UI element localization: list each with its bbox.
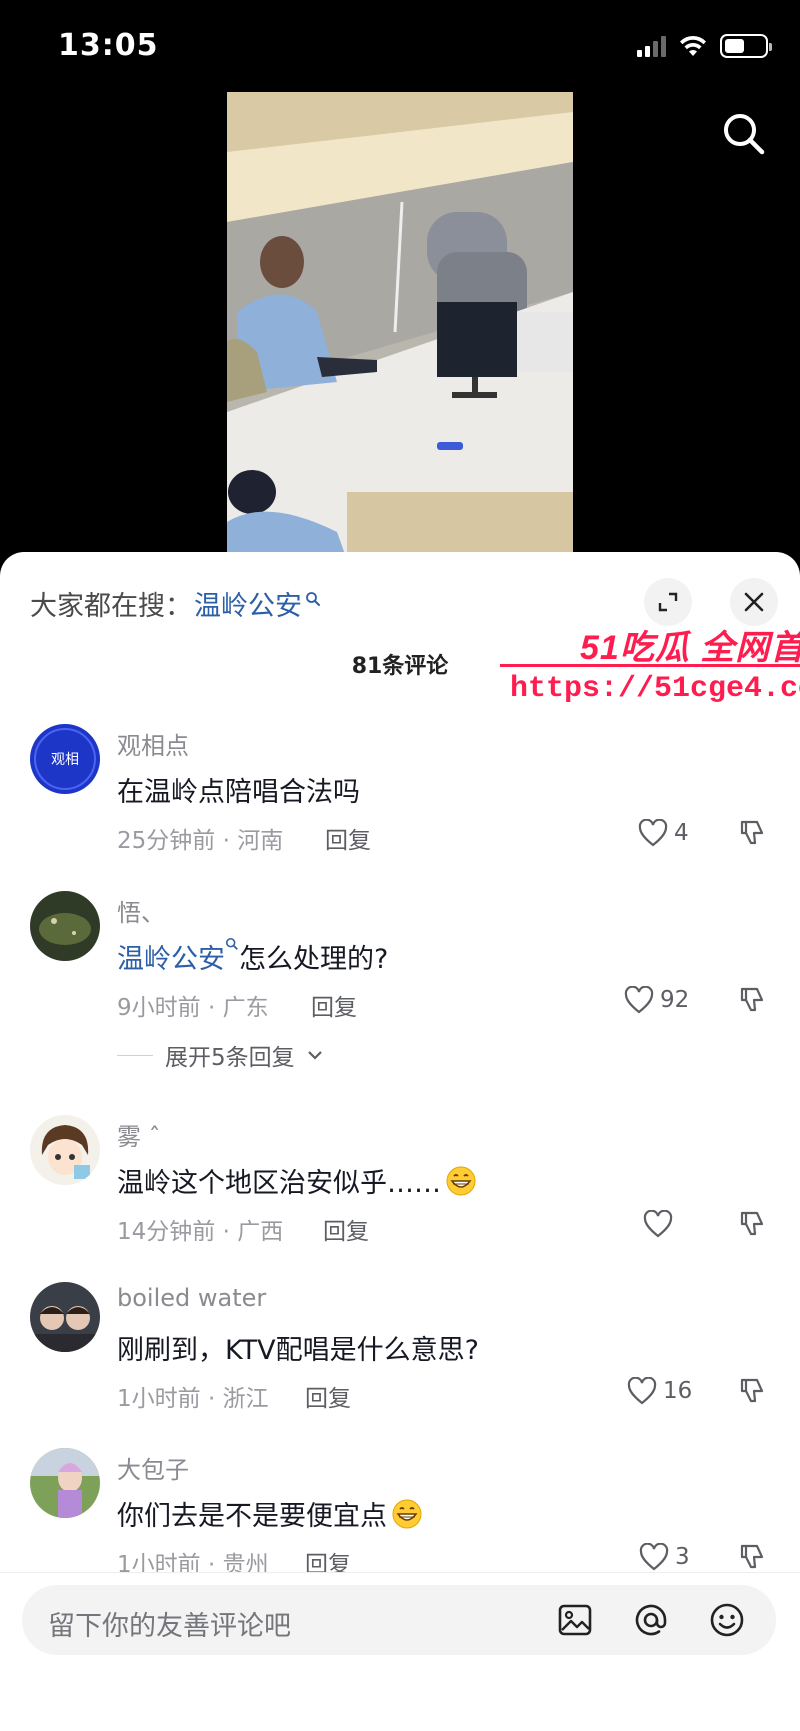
dislike-icon[interactable] bbox=[737, 818, 767, 848]
expand-icon bbox=[658, 592, 678, 612]
chevron-down-icon bbox=[307, 1051, 322, 1060]
heart-icon bbox=[627, 1377, 657, 1405]
like-count: 92 bbox=[660, 987, 690, 1013]
comment-text: 刚刷到，KTV配唱是什么意思? bbox=[117, 1328, 479, 1367]
watermark-url: https://51cge4.com bbox=[510, 672, 800, 706]
dislike-icon[interactable] bbox=[737, 1542, 767, 1572]
comment-author[interactable]: 悟、 bbox=[117, 893, 165, 928]
comment-text-body: 刚刷到，KTV配唱是什么意思? bbox=[117, 1335, 479, 1366]
hot-search-prefix: 大家都在搜： bbox=[30, 591, 192, 622]
like-count: 3 bbox=[675, 1544, 690, 1570]
search-icon bbox=[225, 937, 238, 950]
reply-button[interactable]: 回复 bbox=[323, 1212, 369, 1246]
status-icons bbox=[637, 34, 772, 58]
list-item: 观相 观相点 在温岭点陪唱合法吗 25分钟前 · 河南 回复 4 bbox=[0, 724, 800, 874]
search-icon bbox=[306, 591, 320, 606]
comment-author[interactable]: boiled water bbox=[117, 1284, 266, 1312]
grinning-face-icon bbox=[446, 1166, 476, 1195]
avatar[interactable]: 观相 bbox=[30, 724, 100, 794]
hot-search-keyword[interactable]: 温岭公安 bbox=[194, 584, 302, 623]
comment-text-body: 温岭这个地区治安似乎…… bbox=[117, 1168, 441, 1199]
at-icon[interactable] bbox=[632, 1601, 670, 1639]
status-time: 13:05 bbox=[58, 28, 159, 63]
comment-input-placeholder: 留下你的友善评论吧 bbox=[48, 1611, 291, 1642]
watermark-divider bbox=[500, 664, 800, 667]
comment-text-body: 你们去是不是要便宜点 bbox=[117, 1501, 387, 1532]
comment-text-body: 在温岭点陪唱合法吗 bbox=[117, 777, 360, 808]
comment-text: 温岭公安 怎么处理的? bbox=[117, 937, 388, 976]
reply-button[interactable]: 回复 bbox=[305, 1379, 351, 1413]
reply-button[interactable]: 回复 bbox=[325, 821, 371, 855]
dislike-icon[interactable] bbox=[737, 1209, 767, 1239]
list-item: boiled water 刚刷到，KTV配唱是什么意思? 1小时前 · 浙江 回… bbox=[0, 1282, 800, 1432]
comment-author[interactable]: 大包子 bbox=[117, 1450, 189, 1485]
reply-button[interactable]: 回复 bbox=[311, 988, 357, 1022]
search-icon[interactable] bbox=[718, 108, 770, 160]
list-item: 雾 ˆ 温岭这个地区治安似乎…… 14分钟前 · 广西 回复 bbox=[0, 1115, 800, 1265]
comment-author[interactable]: 观相点 bbox=[117, 726, 189, 761]
comment-meta: 1小时前 · 浙江 bbox=[117, 1386, 269, 1412]
expand-replies-label: 展开5条回复 bbox=[165, 1045, 295, 1071]
comment-text: 你们去是不是要便宜点 bbox=[117, 1494, 423, 1533]
video-scene-image bbox=[227, 92, 573, 560]
dislike-icon[interactable] bbox=[737, 985, 767, 1015]
like-button[interactable]: 16 bbox=[627, 1376, 692, 1406]
like-count: 4 bbox=[674, 820, 689, 846]
heart-icon bbox=[639, 1543, 669, 1571]
expand-replies-button[interactable]: 展开5条回复 bbox=[117, 1038, 323, 1072]
wifi-icon bbox=[680, 35, 706, 56]
like-button[interactable]: 92 bbox=[624, 985, 689, 1015]
comment-text-body: 怎么处理的? bbox=[239, 944, 389, 975]
close-icon bbox=[744, 592, 764, 612]
emoji-icon[interactable] bbox=[708, 1601, 746, 1639]
avatar[interactable] bbox=[30, 891, 100, 961]
comment-meta: 14分钟前 · 广西 bbox=[117, 1219, 284, 1245]
heart-icon bbox=[624, 986, 654, 1014]
list-item: 悟、 温岭公安 怎么处理的? 9小时前 · 广东 回复 92 bbox=[0, 891, 800, 1041]
comment-keyword-text: 温岭公安 bbox=[117, 944, 225, 975]
like-button[interactable] bbox=[643, 1209, 679, 1239]
video-frame[interactable] bbox=[227, 92, 573, 560]
signal-icon bbox=[637, 35, 666, 57]
heart-icon bbox=[638, 819, 668, 847]
avatar[interactable] bbox=[30, 1282, 100, 1352]
comment-meta: 9小时前 · 广东 bbox=[117, 995, 269, 1021]
like-button[interactable]: 4 bbox=[638, 818, 689, 848]
avatar[interactable] bbox=[30, 1448, 100, 1518]
comment-meta: 25分钟前 · 河南 bbox=[117, 828, 284, 854]
like-button[interactable]: 3 bbox=[639, 1542, 690, 1572]
comment-text: 在温岭点陪唱合法吗 bbox=[117, 770, 360, 809]
comment-input[interactable]: 留下你的友善评论吧 bbox=[22, 1585, 776, 1655]
comment-keyword-link[interactable]: 温岭公安 bbox=[117, 937, 239, 976]
hot-search-bar[interactable]: 大家都在搜： 温岭公安 bbox=[30, 584, 321, 623]
comment-input-bar: 留下你的友善评论吧 bbox=[0, 1572, 800, 1731]
dislike-icon[interactable] bbox=[737, 1376, 767, 1406]
watermark: 51吃瓜 全网首发 https://51cge4.com bbox=[500, 620, 800, 720]
battery-icon bbox=[720, 34, 772, 58]
svg-text:观相: 观相 bbox=[51, 752, 79, 768]
comment-text: 温岭这个地区治安似乎…… bbox=[117, 1161, 477, 1200]
expand-button[interactable] bbox=[644, 578, 692, 626]
avatar[interactable] bbox=[30, 1115, 100, 1185]
watermark-title: 51吃瓜 全网首发 bbox=[580, 629, 800, 667]
grinning-face-icon bbox=[392, 1499, 422, 1528]
close-button[interactable] bbox=[730, 578, 778, 626]
image-icon[interactable] bbox=[556, 1601, 594, 1639]
status-bar: 13:05 bbox=[0, 0, 800, 92]
heart-icon bbox=[643, 1210, 673, 1238]
like-count: 16 bbox=[663, 1378, 693, 1404]
comment-author[interactable]: 雾 ˆ bbox=[117, 1117, 161, 1152]
divider bbox=[117, 1054, 153, 1056]
